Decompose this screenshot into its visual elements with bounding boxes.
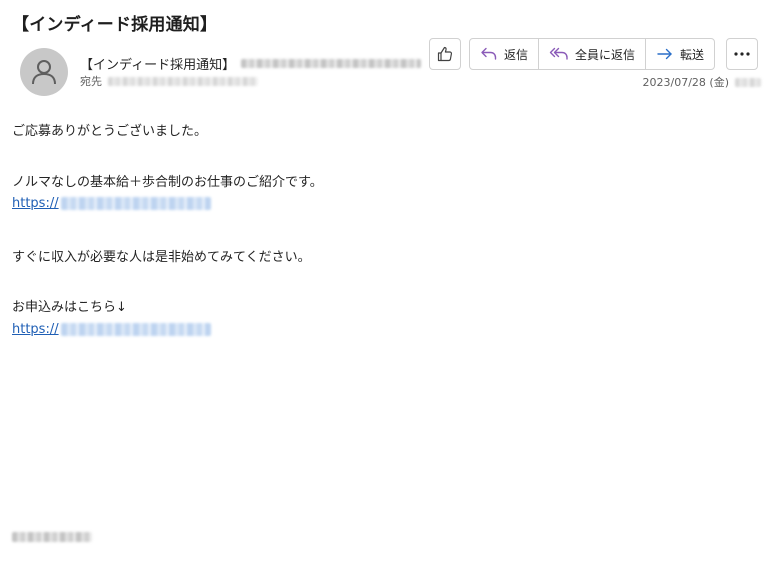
sender-name[interactable]: 【インディード採用通知】 <box>80 54 235 73</box>
email-subject: 【インディード採用通知】 <box>12 15 218 35</box>
recipient-address-redacted <box>108 76 258 86</box>
link-2-url-redacted[interactable] <box>60 323 211 336</box>
link-2-prefix[interactable]: https:// <box>12 322 59 337</box>
reply-all-label: 全員に返信 <box>575 47 636 62</box>
person-icon <box>32 60 56 85</box>
action-button-group: 返信 全員に返信 転送 <box>469 38 716 70</box>
reply-all-button[interactable]: 全員に返信 <box>539 39 647 69</box>
more-icon <box>734 52 750 56</box>
reply-label: 返信 <box>504 47 529 62</box>
forward-button[interactable]: 転送 <box>646 39 714 69</box>
sender-address-redacted <box>241 59 422 68</box>
reply-button[interactable]: 返信 <box>470 39 540 69</box>
email-date: 2023/07/28 (金) <box>642 76 729 89</box>
body-line-introduction: ノルマなしの基本給＋歩合制のお仕事のご紹介です。 <box>12 175 323 190</box>
thumbs-up-icon <box>437 46 453 62</box>
forward-label: 転送 <box>680 47 705 62</box>
reply-all-icon <box>549 47 568 60</box>
recipient-label: 宛先 <box>80 75 102 88</box>
recipient-line: 宛先 <box>80 73 258 89</box>
sender-line: 【インディード採用通知】 <box>80 54 422 73</box>
like-button[interactable] <box>429 38 461 70</box>
avatar[interactable] <box>20 48 68 96</box>
more-actions-button[interactable] <box>726 38 758 70</box>
footer-redacted <box>12 532 92 542</box>
body-line-apply-here: お申込みはこちら↓ <box>12 300 127 315</box>
link-1-url-redacted[interactable] <box>60 197 211 210</box>
link-1-prefix[interactable]: https:// <box>12 196 59 211</box>
body-link-2[interactable]: https:// <box>12 322 211 337</box>
reply-icon <box>481 47 497 60</box>
body-line-encouragement: すぐに収入が必要な人は是非始めてみてください。 <box>12 250 311 265</box>
body-line-thanks: ご応募ありがとうございました。 <box>12 124 208 139</box>
email-date-line: 2023/07/28 (金) <box>643 74 761 90</box>
email-time-redacted <box>735 77 761 87</box>
body-link-1[interactable]: https:// <box>12 196 211 211</box>
forward-icon <box>657 48 672 60</box>
